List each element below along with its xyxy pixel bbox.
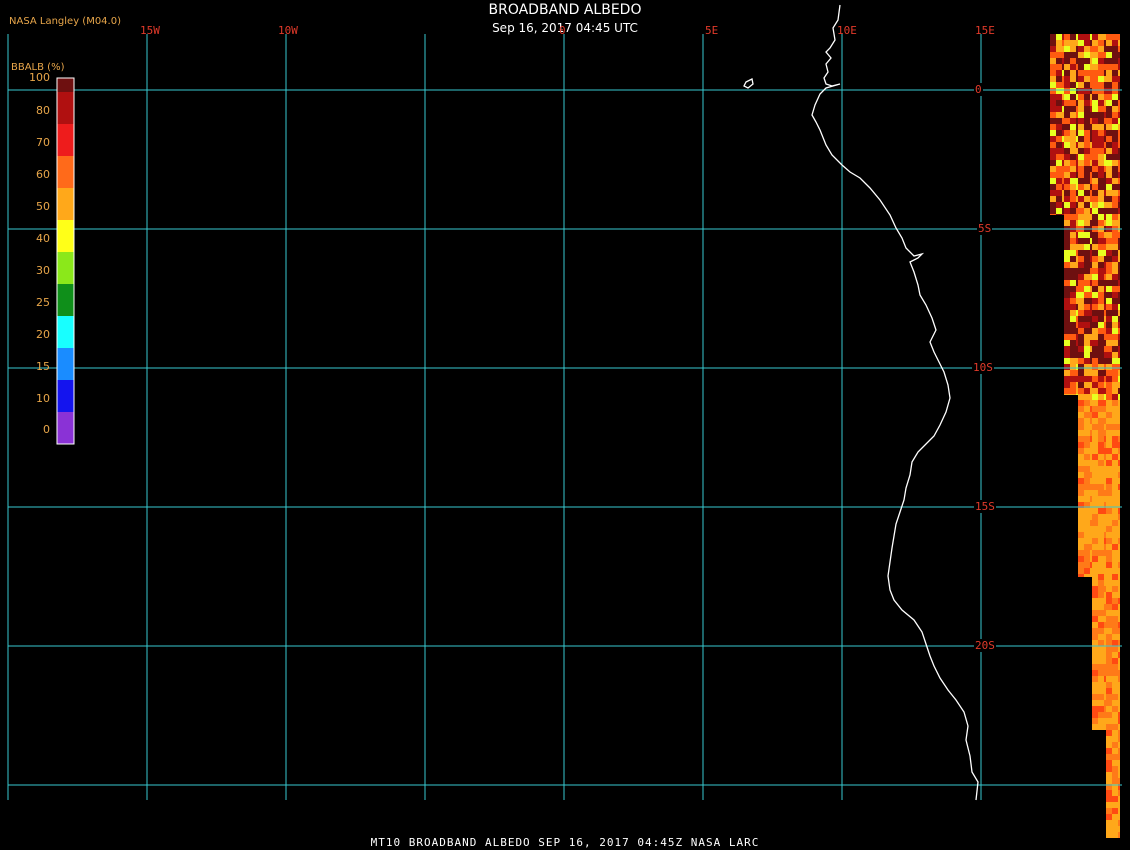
colorbar-tick-label: 50: [36, 200, 50, 213]
colorbar-swatch: [57, 412, 74, 444]
lon-label-5e: 5E: [705, 24, 719, 37]
colorbar-swatch: [57, 156, 74, 188]
colorbar-swatch: [57, 124, 74, 156]
map-title: BROADBAND ALBEDO: [488, 2, 642, 18]
lon-label-15e: 15E: [975, 24, 995, 37]
colorbar-swatch: [57, 316, 74, 348]
colorbar-tick-label: 15: [36, 360, 50, 373]
albedo-map: [7, 4, 1122, 838]
colorbar-swatch: [57, 284, 74, 316]
colorbar-tick-label: 40: [36, 232, 50, 245]
lat-label-15s: 15S: [974, 500, 996, 513]
colorbar-swatch: [57, 188, 74, 220]
lat-label-0: 0: [974, 83, 983, 96]
lon-label-15w: 15W: [140, 24, 160, 37]
colorbar-swatch: [57, 220, 74, 252]
colorbar-tick-label: 100: [29, 71, 50, 84]
colorbar-tick-label: 30: [36, 264, 50, 277]
africa-coastline: [811, 4, 979, 801]
colorbar-tick-label: 70: [36, 136, 50, 149]
lat-label-10s: 10S: [972, 361, 994, 374]
colorbar-swatch: [57, 78, 74, 92]
colorbar: [56, 77, 75, 445]
colorbar-tick-label: 20: [36, 328, 50, 341]
footer-caption: MT10 BROADBAND ALBEDO SEP 16, 2017 04:45…: [370, 836, 760, 849]
albedo-data-swath: [1050, 34, 1120, 838]
lat-lon-gridlines: [7, 34, 1122, 800]
lon-label-10w: 10W: [278, 24, 298, 37]
colorbar-tick-label: 60: [36, 168, 50, 181]
lat-label-5s: 5S: [977, 222, 993, 235]
lon-label-0: 0: [559, 24, 566, 37]
colorbar-swatch: [57, 92, 74, 124]
lat-label-20s: 20S: [974, 639, 996, 652]
colorbar-tick-label: 10: [36, 392, 50, 405]
colorbar-tick-label: 80: [36, 104, 50, 117]
sao-tome-island: [743, 78, 754, 89]
colorbar-swatch: [57, 348, 74, 380]
colorbar-swatch: [57, 252, 74, 284]
colorbar-swatch: [57, 380, 74, 412]
coastline: [743, 4, 979, 801]
lon-label-10e: 10E: [837, 24, 857, 37]
colorbar-tick-label: 0: [43, 423, 50, 436]
colorbar-tick-label: 25: [36, 296, 50, 309]
